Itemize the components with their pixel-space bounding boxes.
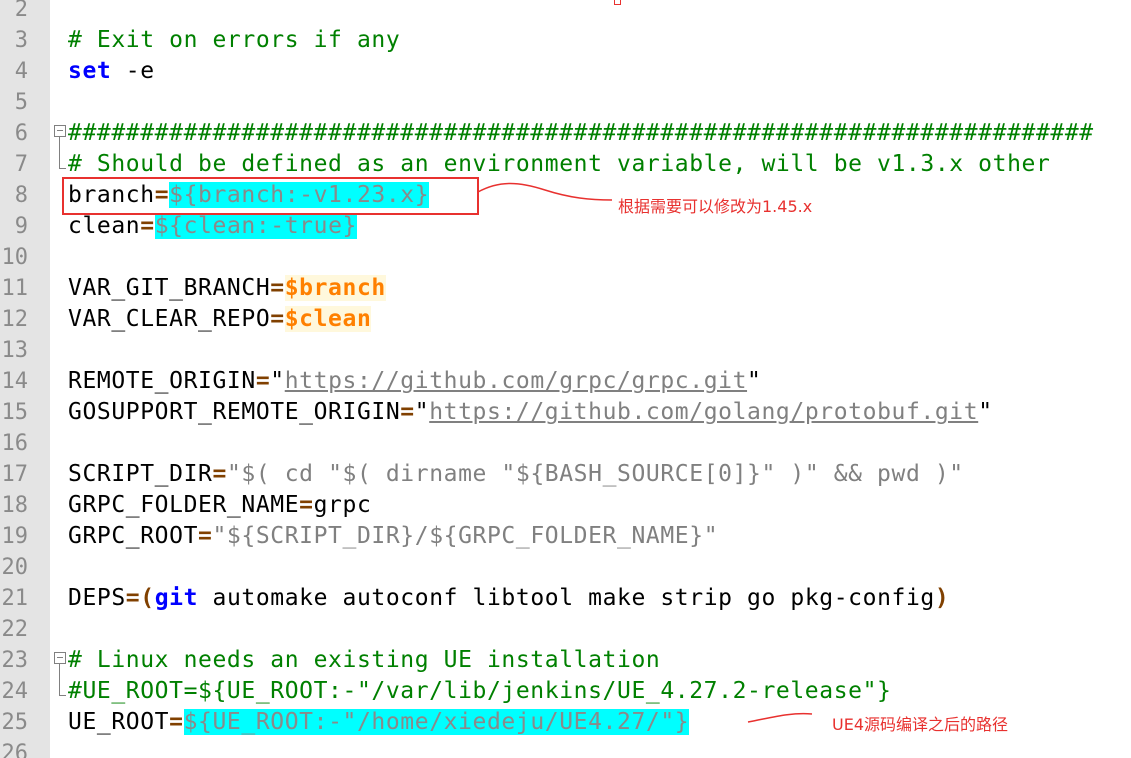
annotation-arrow-branch bbox=[477, 182, 613, 201]
annotation-arrow-ue bbox=[747, 712, 813, 723]
code-editor[interactable]: 2 3 4 5 6 7 8 9 10 11 12 13 14 15 16 17 … bbox=[0, 0, 1131, 758]
annotation-arrows bbox=[477, 182, 813, 723]
annotation-ue-note: UE4源码编译之后的路径 bbox=[832, 715, 1009, 734]
annotation-branch-note: 根据需要可以修改为1.45.x bbox=[618, 197, 813, 216]
